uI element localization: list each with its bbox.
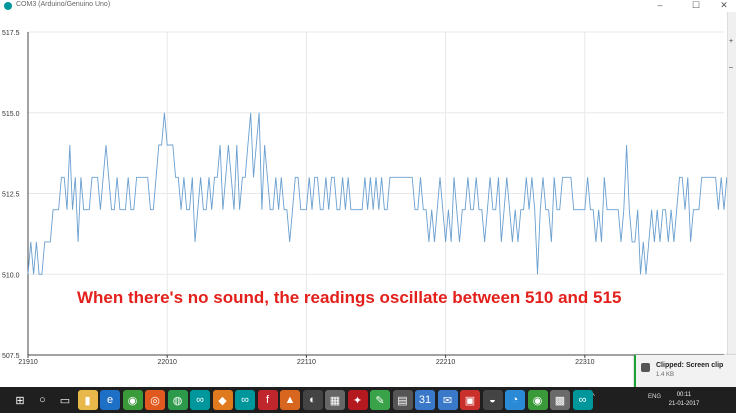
y-tick-label: 507.5	[2, 353, 20, 360]
minimize-button[interactable]: –	[650, 0, 670, 11]
x-tick-label: 22010	[157, 359, 177, 366]
clock-date: 21-01-2017	[668, 401, 700, 407]
side-panel: + –	[727, 12, 736, 367]
app-icon[interactable]: ◐	[302, 390, 323, 410]
y-tick-label: 517.5	[2, 30, 20, 37]
app-icon[interactable]: ◔	[505, 390, 525, 410]
clock[interactable]: 00:11 21-01-2017	[664, 391, 704, 409]
fritzing-icon[interactable]: f	[257, 390, 278, 410]
app-red-icon[interactable]: ▣	[460, 390, 480, 410]
title-bar: COM3 (Arduino/Genuino Uno) – ☐ ✕	[0, 0, 736, 12]
arduino-icon[interactable]: ∞	[235, 390, 255, 410]
task-view-icon[interactable]: ▭	[55, 390, 75, 410]
app-icon[interactable]: ◒	[482, 390, 503, 410]
x-tick-label: 22310	[575, 359, 595, 366]
y-tick-label: 515.0	[2, 111, 20, 118]
line-chart: 507.5 510.0 512.5 515.0 517.5 21910 22010 22110…	[2, 30, 727, 366]
annotation-caption: When there's no sound, the readings osci…	[77, 288, 622, 307]
evernote-icon[interactable]: ✎	[370, 390, 390, 410]
toast-title: Clipped: Screen clip	[656, 362, 724, 369]
clock-time: 00:11	[676, 392, 692, 398]
app-icon[interactable]: ▩	[550, 390, 570, 410]
y-tick-label: 512.5	[2, 192, 20, 199]
serial-plotter: 507.5 510.0 512.5 515.0 517.5 21910 22010 22110…	[0, 12, 727, 367]
file-explorer-icon[interactable]: ▮	[77, 390, 98, 410]
plus-glyph: +	[729, 38, 734, 45]
app-icon[interactable]: ▦	[325, 390, 345, 410]
x-tick-label: 21910	[18, 359, 38, 366]
close-button[interactable]: ✕	[714, 0, 734, 11]
minus-glyph: –	[729, 64, 733, 71]
arduino-icon[interactable]: ∞	[572, 390, 593, 410]
chrome-icon[interactable]: ◉	[122, 390, 143, 410]
x-tick-label: 22210	[436, 359, 456, 366]
language-indicator[interactable]: ENG	[648, 394, 661, 400]
maximize-button[interactable]: ☐	[686, 0, 706, 11]
ubuntu-icon[interactable]: ◎	[145, 390, 165, 410]
y-tick-label: 510.0	[2, 272, 20, 279]
app-icon[interactable]: ▤	[392, 390, 413, 410]
app-orange-icon[interactable]: ◆	[212, 390, 233, 410]
arduino-icon[interactable]: ∞	[190, 390, 210, 410]
window-title: COM3 (Arduino/Genuino Uno)	[16, 1, 111, 8]
edge-icon[interactable]: e	[100, 390, 120, 410]
acrobat-icon[interactable]: ✦	[347, 390, 368, 410]
matlab-icon[interactable]: ▲	[280, 390, 300, 410]
windows-logo-icon[interactable]: ⊞	[10, 390, 30, 410]
chrome-icon[interactable]: ◉	[527, 390, 548, 410]
x-tick-label: 22110	[297, 359, 316, 366]
app-green-icon[interactable]: ◍	[167, 390, 188, 410]
taskbar: ^ ENG 00:11 21-01-2017 ⊞ ○ ▭ ▮ e ◉ ◎ ◍ ∞ ◆ ∞ f ▲ ◐ ▦ ✦ ✎…	[0, 387, 736, 413]
snipping-tool-icon	[641, 363, 650, 372]
notification-toast[interactable]: Clipped: Screen clip 1.4 KB	[634, 355, 736, 387]
calendar-icon[interactable]: 31	[415, 390, 435, 410]
mail-icon[interactable]: ✉	[437, 390, 458, 410]
search-icon[interactable]: ○	[32, 390, 53, 410]
toast-size: 1.4 KB	[656, 372, 675, 378]
arduino-app-icon	[4, 2, 12, 10]
